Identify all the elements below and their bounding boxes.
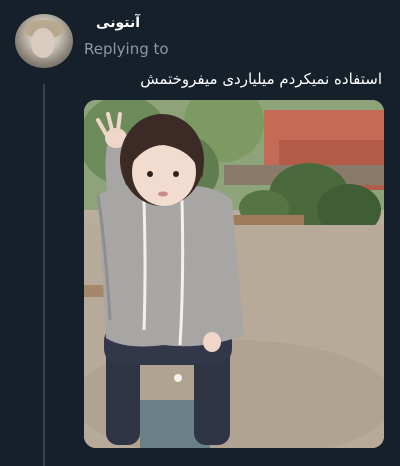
tweet-card[interactable]: آنتونی Replying to استفاده نمیکردم میلیا… bbox=[0, 0, 400, 466]
photo-meme-child-saluting bbox=[84, 100, 384, 448]
avatar-face bbox=[31, 28, 55, 58]
replying-to-label: Replying to bbox=[84, 40, 169, 58]
tweet-text: استفاده نمیکردم میلیاردی میفروختمش bbox=[140, 70, 382, 88]
author-avatar[interactable] bbox=[15, 14, 73, 68]
thread-line bbox=[43, 84, 45, 466]
author-name[interactable]: آنتونی bbox=[84, 15, 140, 31]
tweet-media-image[interactable] bbox=[84, 100, 384, 448]
